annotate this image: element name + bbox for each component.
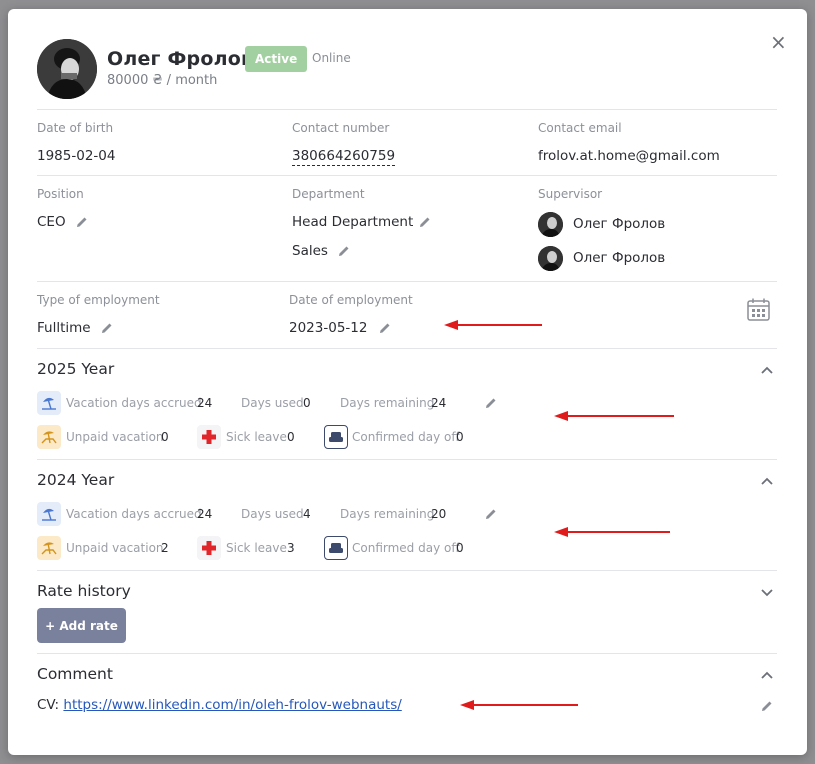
chevron-up-icon[interactable] <box>760 474 774 488</box>
red-arrow-annotation <box>444 320 542 330</box>
type-of-employment-value: Fulltime <box>37 320 91 336</box>
vacation-accrued-value: 24 <box>197 507 213 521</box>
days-used-label: Days used <box>241 507 304 521</box>
contact-number-label: Contact number <box>292 121 390 135</box>
confirmed-day-off-value: 0 <box>456 430 464 444</box>
status-badge: Active <box>245 46 308 72</box>
sick-leave-label: Sick leave <box>226 541 287 555</box>
beach-icon <box>37 391 61 415</box>
rate-history-title: Rate history <box>37 582 131 600</box>
add-rate-button[interactable]: + Add rate <box>37 608 126 643</box>
supervisor-name-1: Олег Фролов <box>573 216 666 232</box>
supervisor-avatar <box>538 246 563 271</box>
days-used-value: 4 <box>303 507 311 521</box>
contact-email-label: Contact email <box>538 121 622 135</box>
days-remaining-label: Days remaining <box>340 396 435 410</box>
divider <box>37 348 777 349</box>
supervisor-label: Supervisor <box>538 187 603 201</box>
vacation-accrued-label: Vacation days accrued <box>66 396 202 410</box>
comment-title: Comment <box>37 665 113 683</box>
linkedin-link[interactable]: https://www.linkedin.com/in/oleh-frolov-… <box>63 697 401 713</box>
employee-modal: × Олег Фролов Active Online 80000 ₴ / mo… <box>8 9 807 755</box>
edit-department-pencil-icon[interactable] <box>338 245 350 257</box>
beach-chair-icon <box>37 536 61 560</box>
confirmed-day-off-label: Confirmed day off <box>352 430 460 444</box>
confirmed-day-off-label: Confirmed day off <box>352 541 460 555</box>
department-value-1: Head Department <box>292 214 414 230</box>
close-icon[interactable]: × <box>770 32 787 52</box>
type-of-employment-label: Type of employment <box>37 293 160 307</box>
red-arrow-annotation <box>554 527 670 537</box>
medical-cross-icon <box>197 536 221 560</box>
edit-position-pencil-icon[interactable] <box>76 216 88 228</box>
chevron-up-icon[interactable] <box>760 363 774 377</box>
edit-comment-pencil-icon[interactable] <box>761 700 773 712</box>
edit-employment-date-pencil-icon[interactable] <box>379 322 391 334</box>
year-section-title: 2025 Year <box>37 360 115 378</box>
medical-cross-icon <box>197 425 221 449</box>
days-remaining-value: 20 <box>431 507 447 521</box>
armchair-icon <box>324 425 348 449</box>
dob-value: 1985-02-04 <box>37 148 116 164</box>
divider <box>37 653 777 654</box>
sick-leave-label: Sick leave <box>226 430 287 444</box>
chevron-up-icon[interactable] <box>760 668 774 682</box>
divider <box>37 570 777 571</box>
sick-leave-value: 0 <box>287 430 295 444</box>
edit-department-pencil-icon[interactable] <box>419 216 431 228</box>
department-label: Department <box>292 187 365 201</box>
days-used-value: 0 <box>303 396 311 410</box>
department-value-2: Sales <box>292 243 328 259</box>
days-remaining-value: 24 <box>431 396 447 410</box>
dob-label: Date of birth <box>37 121 114 135</box>
position-label: Position <box>37 187 84 201</box>
unpaid-vacation-label: Unpaid vacation <box>66 430 164 444</box>
days-remaining-label: Days remaining <box>340 507 435 521</box>
confirmed-day-off-value: 0 <box>456 541 464 555</box>
position-value: CEO <box>37 214 66 230</box>
comment-prefix: CV: <box>37 697 60 713</box>
supervisor-name-2: Олег Фролов <box>573 250 666 266</box>
vacation-accrued-label: Vacation days accrued <box>66 507 202 521</box>
edit-vacation-pencil-icon[interactable] <box>485 397 497 409</box>
divider <box>37 175 777 176</box>
armchair-icon <box>324 536 348 560</box>
supervisor-avatar <box>538 212 563 237</box>
sick-leave-value: 3 <box>287 541 295 555</box>
beach-chair-icon <box>37 425 61 449</box>
salary-rate: 80000 ₴ / month <box>107 73 218 88</box>
divider <box>37 109 777 110</box>
vacation-accrued-value: 24 <box>197 396 213 410</box>
contact-email-value: frolov.at.home@gmail.com <box>538 148 720 164</box>
unpaid-vacation-value: 0 <box>161 430 169 444</box>
unpaid-vacation-value: 2 <box>161 541 169 555</box>
days-used-label: Days used <box>241 396 304 410</box>
date-of-employment-value: 2023-05-12 <box>289 320 368 336</box>
beach-icon <box>37 502 61 526</box>
avatar <box>37 39 97 99</box>
date-of-employment-label: Date of employment <box>289 293 413 307</box>
divider <box>37 459 777 460</box>
calendar-icon[interactable] <box>746 297 771 322</box>
divider <box>37 281 777 282</box>
online-status: Online <box>312 51 351 65</box>
contact-number-value[interactable]: 380664260759 <box>292 148 396 166</box>
year-section-title: 2024 Year <box>37 471 115 489</box>
employee-name: Олег Фролов <box>107 48 254 70</box>
chevron-down-icon[interactable] <box>760 585 774 599</box>
edit-employment-type-pencil-icon[interactable] <box>101 322 113 334</box>
red-arrow-annotation <box>460 700 578 710</box>
comment-text: CV: https://www.linkedin.com/in/oleh-fro… <box>37 697 402 713</box>
edit-vacation-pencil-icon[interactable] <box>485 508 497 520</box>
unpaid-vacation-label: Unpaid vacation <box>66 541 164 555</box>
red-arrow-annotation <box>554 411 674 421</box>
